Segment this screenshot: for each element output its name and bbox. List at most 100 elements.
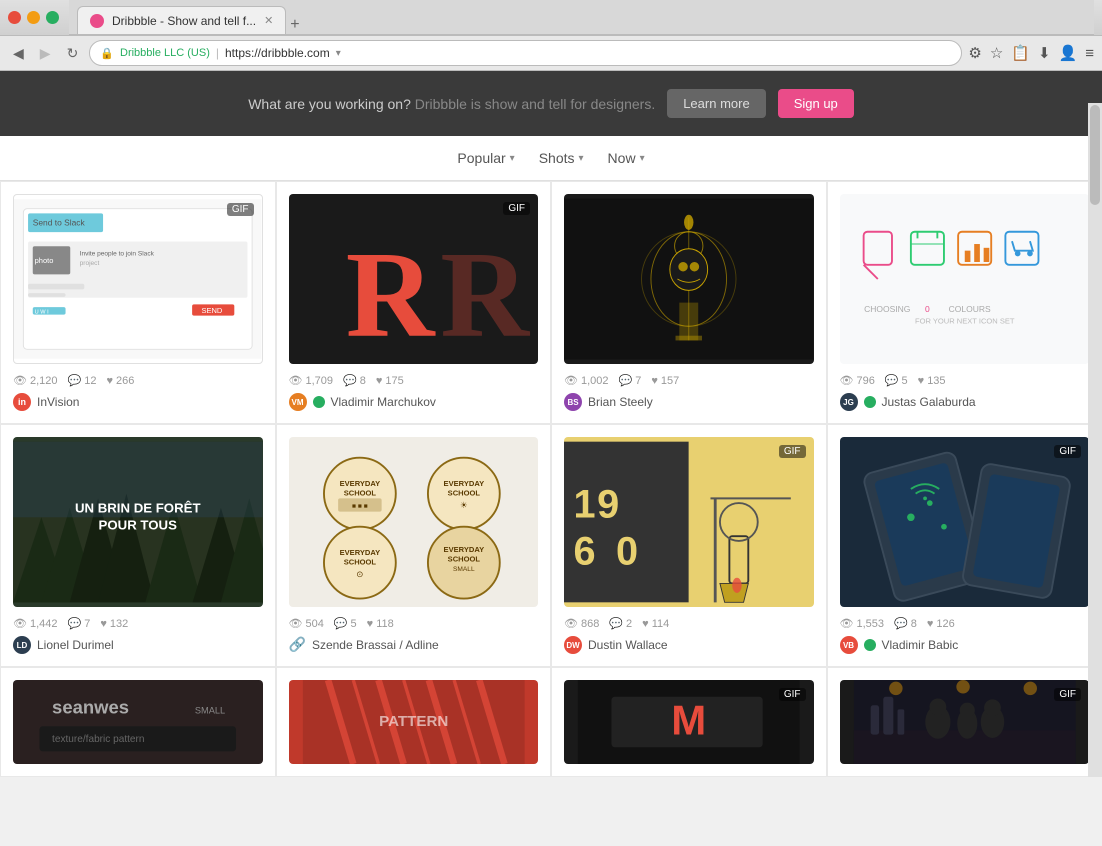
author-link-3[interactable]: Brian Steely xyxy=(588,395,653,409)
svg-text:EVERYDAY: EVERYDAY xyxy=(339,548,380,557)
tab-close-button[interactable]: ✕ xyxy=(264,14,273,27)
heart-icon: ♥ xyxy=(106,375,113,387)
profile-icon[interactable]: 👤 xyxy=(1059,44,1078,62)
svg-text:CHOOSING: CHOOSING xyxy=(864,304,910,314)
svg-text:POUR TOUS: POUR TOUS xyxy=(99,518,178,533)
svg-text:SCHOOL: SCHOOL xyxy=(447,489,480,498)
shot-preview-11: M xyxy=(564,680,814,764)
reader-icon[interactable]: 📋 xyxy=(1011,44,1030,62)
back-button[interactable]: ◀ xyxy=(8,42,29,65)
shot-image-9[interactable]: seanwes SMALL texture/fabric pattern xyxy=(13,680,263,764)
author-badge-8 xyxy=(864,639,876,651)
comment-icon-2: 💬 xyxy=(343,374,357,387)
svg-text:EVERYDAY: EVERYDAY xyxy=(443,479,484,488)
shot-image-12[interactable]: GIF xyxy=(840,680,1090,764)
author-link-6[interactable]: Szende Brassai / Adline xyxy=(312,638,439,652)
author-link-1[interactable]: InVision xyxy=(37,395,79,409)
shot-card-1: GIF Send to Slack photo Invite people to… xyxy=(0,181,276,424)
author-link-2[interactable]: Vladimir Marchukov xyxy=(331,395,436,409)
svg-text:PATTERN: PATTERN xyxy=(379,713,448,730)
svg-text:UN BRIN DE FORÊT: UN BRIN DE FORÊT xyxy=(75,501,201,516)
shot-card-11: GIF M xyxy=(551,667,827,777)
author-avatar-8: VB xyxy=(840,636,858,654)
svg-text:seanwes: seanwes xyxy=(52,697,129,718)
banner-prefix: What are you working on? xyxy=(248,96,411,112)
close-button[interactable] xyxy=(8,11,21,24)
learn-more-button[interactable]: Learn more xyxy=(667,89,765,118)
shot-image-5[interactable]: UN BRIN DE FORÊT POUR TOUS xyxy=(13,437,263,607)
shot-preview-3 xyxy=(564,194,814,364)
tab-now[interactable]: Now ▾ xyxy=(608,150,645,166)
shot-card-12: GIF xyxy=(827,667,1102,777)
title-bar: Dribbble - Show and tell f... ✕ + xyxy=(0,0,1102,36)
svg-text:FOR YOUR NEXT ICON SET: FOR YOUR NEXT ICON SET xyxy=(914,316,1014,325)
shot-image-1[interactable]: GIF Send to Slack photo Invite people to… xyxy=(13,194,263,364)
banner: What are you working on? Dribbble is sho… xyxy=(0,71,1102,136)
sign-up-button[interactable]: Sign up xyxy=(778,89,854,118)
gif-badge-7: GIF xyxy=(779,445,806,458)
org-label: Dribbble LLC (US) xyxy=(120,47,210,59)
minimize-button[interactable] xyxy=(27,11,40,24)
browser-tab[interactable]: Dribbble - Show and tell f... ✕ xyxy=(77,6,286,34)
window-controls[interactable] xyxy=(8,11,59,24)
address-bar: ◀ ▶ ↻ 🔒 Dribbble LLC (US) | https://drib… xyxy=(0,36,1102,71)
shot-image-7[interactable]: GIF 1 9 6 0 xyxy=(564,437,814,607)
refresh-button[interactable]: ↻ xyxy=(62,42,84,65)
svg-text:EVERYDAY: EVERYDAY xyxy=(443,545,484,554)
tab-popular[interactable]: Popular ▾ xyxy=(457,150,514,166)
tab-shots[interactable]: Shots ▾ xyxy=(539,150,584,166)
forward-button[interactable]: ▶ xyxy=(35,42,56,65)
shot-card-2: GIF R R 👁 1,709 💬 8 ♥ 175 VM Vladimir Ma… xyxy=(276,181,552,424)
shot-image-3[interactable] xyxy=(564,194,814,364)
svg-text:■ ■ ■: ■ ■ ■ xyxy=(352,503,368,510)
banner-body: Dribbble is show and tell for designers. xyxy=(411,96,655,112)
tab-favicon xyxy=(90,14,104,28)
author-avatar-5: LD xyxy=(13,636,31,654)
shot-image-2[interactable]: GIF R R xyxy=(289,194,539,364)
shot-preview-12 xyxy=(840,680,1090,764)
author-link-7[interactable]: Dustin Wallace xyxy=(588,638,668,652)
shots-arrow: ▾ xyxy=(579,153,584,164)
author-link-5[interactable]: Lionel Durimel xyxy=(37,638,114,652)
gif-badge-8: GIF xyxy=(1054,445,1081,458)
shots-grid: GIF Send to Slack photo Invite people to… xyxy=(0,181,1102,777)
url-text: https://dribbble.com xyxy=(225,46,330,60)
svg-text:0: 0 xyxy=(925,304,930,314)
shot-image-8[interactable]: GIF xyxy=(840,437,1090,607)
shot-image-11[interactable]: GIF M xyxy=(564,680,814,764)
author-link-4[interactable]: Justas Galaburda xyxy=(882,395,976,409)
url-bar[interactable]: 🔒 Dribbble LLC (US) | https://dribbble.c… xyxy=(89,40,962,66)
author-link-8[interactable]: Vladimir Babic xyxy=(882,638,959,652)
shot-card-3: 👁 1,002 💬 7 ♥ 157 BS Brian Steely xyxy=(551,181,827,424)
popular-arrow: ▾ xyxy=(510,153,515,164)
new-tab-button[interactable]: + xyxy=(290,16,299,34)
shot-image-6[interactable]: EVERYDAY SCHOOL ■ ■ ■ EVERYDAY SCHOOL ☀ … xyxy=(289,437,539,607)
svg-text:M: M xyxy=(671,697,706,744)
menu-icon[interactable]: ≡ xyxy=(1085,45,1094,62)
svg-text:R: R xyxy=(440,227,530,363)
shot-card-4: CHOOSING 0 COLOURS FOR YOUR NEXT ICON SE… xyxy=(827,181,1102,424)
author-avatar-2: VM xyxy=(289,393,307,411)
svg-text:SCHOOL: SCHOOL xyxy=(447,555,480,564)
likes-stat-1: ♥ 266 xyxy=(106,374,134,387)
toolbar-icons: ⚙ ☆ 📋 ⬇ 👤 ≡ xyxy=(968,44,1094,62)
svg-text:project: project xyxy=(80,260,100,267)
shot-image-10[interactable]: PATTERN xyxy=(289,680,539,764)
shot-stats-5: 👁 1,442 💬 7 ♥ 132 xyxy=(13,617,263,630)
star-icon[interactable]: ☆ xyxy=(990,44,1003,62)
eye-icon: 👁 xyxy=(13,374,27,387)
svg-text:☀: ☀ xyxy=(460,500,468,510)
lock-icon: 🔒 xyxy=(100,47,114,60)
scrollbar-thumb[interactable] xyxy=(1090,105,1100,205)
download-icon[interactable]: ⬇ xyxy=(1038,44,1051,62)
tab-title: Dribbble - Show and tell f... xyxy=(112,14,256,28)
shot-image-4[interactable]: CHOOSING 0 COLOURS FOR YOUR NEXT ICON SE… xyxy=(840,194,1090,364)
shot-card-9: seanwes SMALL texture/fabric pattern xyxy=(0,667,276,777)
shot-preview-7: 1 9 6 0 xyxy=(564,437,814,607)
svg-text:photo: photo xyxy=(35,256,54,265)
shot-author-6: 🔗 Szende Brassai / Adline xyxy=(289,636,539,653)
shot-card-10: PATTERN xyxy=(276,667,552,777)
maximize-button[interactable] xyxy=(46,11,59,24)
settings-icon[interactable]: ⚙ xyxy=(968,44,981,62)
scrollbar[interactable] xyxy=(1088,103,1102,777)
